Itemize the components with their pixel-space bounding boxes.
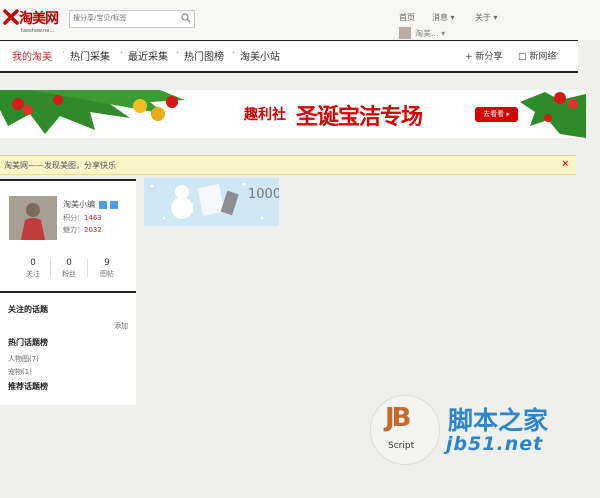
watermark-logo-text: JB bbox=[385, 403, 411, 433]
new-share-button[interactable]: + 新分享 bbox=[465, 49, 502, 62]
avatar[interactable] bbox=[399, 27, 411, 39]
logo-url: taoshow.ne... bbox=[21, 28, 55, 34]
nav-item-ranking[interactable]: 热门图榜 bbox=[184, 48, 224, 63]
profile-card: 淘美小编 积分：1463 魅力：2032 0 关注 0 粉丝 9 图帖 bbox=[0, 179, 136, 291]
stat-posts[interactable]: 9 图帖 bbox=[85, 258, 129, 279]
notice-bar: 淘美网——发现美图，分享快乐 × bbox=[0, 155, 576, 175]
verified-badge-icon bbox=[98, 200, 107, 209]
followed-topics-title: 关注的话题 bbox=[8, 305, 48, 314]
close-icon[interactable]: × bbox=[561, 159, 569, 169]
banner-title: 圣诞宝洁专场 bbox=[296, 105, 423, 130]
banner-brand: 趣利社 bbox=[244, 107, 286, 123]
topics-panel: 关注的话题 添加 热门话题榜 人物图(7) 宠物(1) 推荐话题榜 bbox=[0, 291, 136, 405]
profile-name[interactable]: 淘美小编 bbox=[63, 200, 95, 209]
top-link-about[interactable]: 关于 ▾ bbox=[475, 12, 498, 23]
hot-topics-title: 热门话题榜 bbox=[8, 338, 48, 347]
logo-text: 淘美网 bbox=[19, 11, 59, 27]
nav-separator: · bbox=[176, 48, 180, 59]
watermark-site-name: 脚本之家 bbox=[448, 406, 549, 435]
notice-text: 淘美网——发现美图，分享快乐 bbox=[4, 161, 116, 170]
profile-avatar[interactable] bbox=[9, 196, 57, 240]
nav-item-hot[interactable]: 热门采集 bbox=[70, 48, 110, 63]
watermark: JB Script 脚本之家 jb51.net bbox=[370, 395, 585, 465]
user-name[interactable]: 淘美... ▾ bbox=[415, 28, 445, 39]
profile-name-row: 淘美小编 bbox=[63, 199, 119, 210]
nav-item-recent[interactable]: 最近采集 bbox=[128, 48, 168, 63]
christmas-banner[interactable]: 趣利社 圣诞宝洁专场 去看看 ▸ bbox=[0, 90, 586, 138]
profile-photo bbox=[9, 196, 57, 240]
main-nav: 我的淘美 · 热门采集 · 最近采集 · 热门图榜 · 淘美小站 + 新分享 □… bbox=[0, 40, 578, 73]
banner-go-button[interactable]: 去看看 ▸ bbox=[475, 107, 518, 122]
nav-item-mine[interactable]: 我的淘美 bbox=[12, 48, 52, 63]
nav-separator: · bbox=[120, 48, 124, 59]
snowman-image bbox=[144, 178, 279, 226]
watermark-url: jb51.net bbox=[446, 433, 544, 455]
new-link-button[interactable]: □ 新网络 bbox=[518, 49, 556, 62]
search-icon[interactable] bbox=[181, 13, 191, 23]
add-topic-link[interactable]: 添加 bbox=[114, 321, 128, 331]
site-logo[interactable]: 淘美网 taoshow.ne... bbox=[3, 6, 65, 40]
watermark-script: Script bbox=[388, 441, 415, 451]
nav-separator: · bbox=[62, 48, 66, 59]
promo-image[interactable]: 1000 bbox=[144, 178, 279, 226]
search-box[interactable] bbox=[69, 10, 195, 28]
nav-item-station[interactable]: 淘美小站 bbox=[240, 48, 280, 63]
promo-number: 1000 bbox=[248, 187, 279, 202]
hot-topic-item[interactable]: 宠物(1) bbox=[8, 367, 32, 377]
profile-charm: 魅力：2032 bbox=[63, 226, 102, 234]
search-input[interactable] bbox=[70, 11, 173, 25]
level-badge-icon bbox=[110, 200, 119, 209]
logo-x-icon bbox=[3, 9, 19, 25]
recommended-topics-title: 推荐话题榜 bbox=[8, 382, 48, 391]
profile-points: 积分：1463 bbox=[63, 214, 102, 222]
hot-topic-item[interactable]: 人物图(7) bbox=[8, 354, 39, 364]
top-link-messages[interactable]: 消息 ▾ bbox=[432, 12, 455, 23]
top-link-home[interactable]: 首页 bbox=[399, 12, 415, 23]
nav-separator: · bbox=[232, 48, 236, 59]
